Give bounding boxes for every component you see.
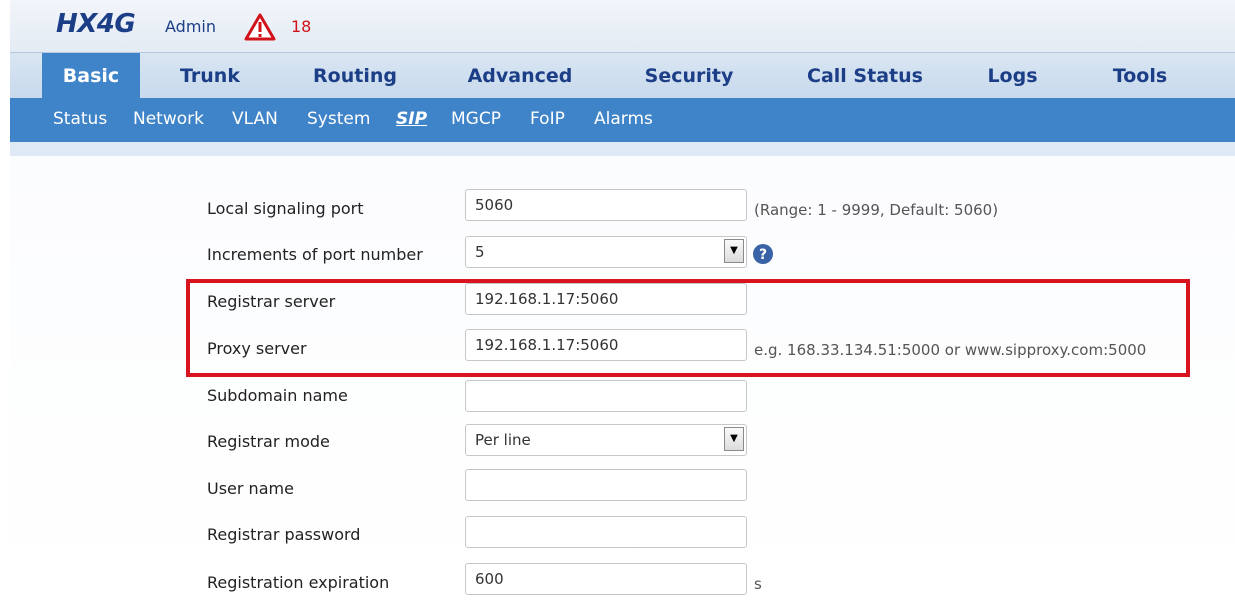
warning-triangle-icon[interactable] <box>244 13 276 41</box>
user-name-input[interactable] <box>465 469 747 501</box>
registration-expiration-label: Registration expiration <box>207 573 390 592</box>
subnav-vlan[interactable]: VLAN <box>232 98 278 142</box>
registrar-mode-value: Per line <box>475 431 531 449</box>
local-port-input[interactable]: 5060 <box>465 189 747 221</box>
nav-divider <box>10 142 1235 156</box>
alarm-count[interactable]: 18 <box>291 17 311 36</box>
subnav-alarms[interactable]: Alarms <box>594 98 653 142</box>
registrar-mode-select[interactable]: Per line ▼ <box>465 424 747 456</box>
tab-call-status[interactable]: Call Status <box>790 53 940 99</box>
highlight-box <box>186 279 1190 377</box>
registrar-password-label: Registrar password <box>207 525 361 544</box>
user-name[interactable]: Admin <box>165 17 216 36</box>
tab-logs[interactable]: Logs <box>970 53 1055 99</box>
subdomain-label: Subdomain name <box>207 386 348 405</box>
top-header: HX4G Admin 18 <box>10 0 1235 52</box>
user-name-label: User name <box>207 479 294 498</box>
local-port-label: Local signaling port <box>207 199 364 218</box>
subnav-status[interactable]: Status <box>53 98 107 142</box>
subdomain-input[interactable] <box>465 380 747 412</box>
port-increment-value: 5 <box>475 243 485 261</box>
port-increment-label: Increments of port number <box>207 245 423 264</box>
port-increment-select[interactable]: 5 ▼ <box>465 236 747 268</box>
chevron-down-icon[interactable]: ▼ <box>724 427 744 451</box>
registration-expiration-unit: s <box>754 575 762 593</box>
tab-trunk[interactable]: Trunk <box>160 53 260 99</box>
chevron-down-icon[interactable]: ▼ <box>724 239 744 263</box>
brand-logo: HX4G <box>56 9 136 39</box>
tab-basic[interactable]: Basic <box>42 53 140 99</box>
registration-expiration-input[interactable]: 600 <box>465 563 747 595</box>
tab-routing[interactable]: Routing <box>300 53 410 99</box>
subnav-network[interactable]: Network <box>133 98 204 142</box>
registrar-password-input[interactable] <box>465 516 747 548</box>
tab-tools[interactable]: Tools <box>1095 53 1185 99</box>
subnav-system[interactable]: System <box>307 98 370 142</box>
local-port-hint: (Range: 1 - 9999, Default: 5060) <box>754 201 999 219</box>
subnav-foip[interactable]: FoIP <box>530 98 565 142</box>
registrar-mode-label: Registrar mode <box>207 432 330 451</box>
subnav-mgcp[interactable]: MGCP <box>451 98 501 142</box>
subnav-sip[interactable]: SIP <box>396 98 427 142</box>
svg-text:?: ? <box>759 247 767 263</box>
sub-nav: Status Network VLAN System SIP MGCP FoIP… <box>10 98 1235 142</box>
tab-security[interactable]: Security <box>630 53 748 99</box>
help-icon[interactable]: ? <box>752 243 774 265</box>
tab-advanced[interactable]: Advanced <box>455 53 585 99</box>
main-nav: Basic Trunk Routing Advanced Security Ca… <box>10 52 1235 99</box>
